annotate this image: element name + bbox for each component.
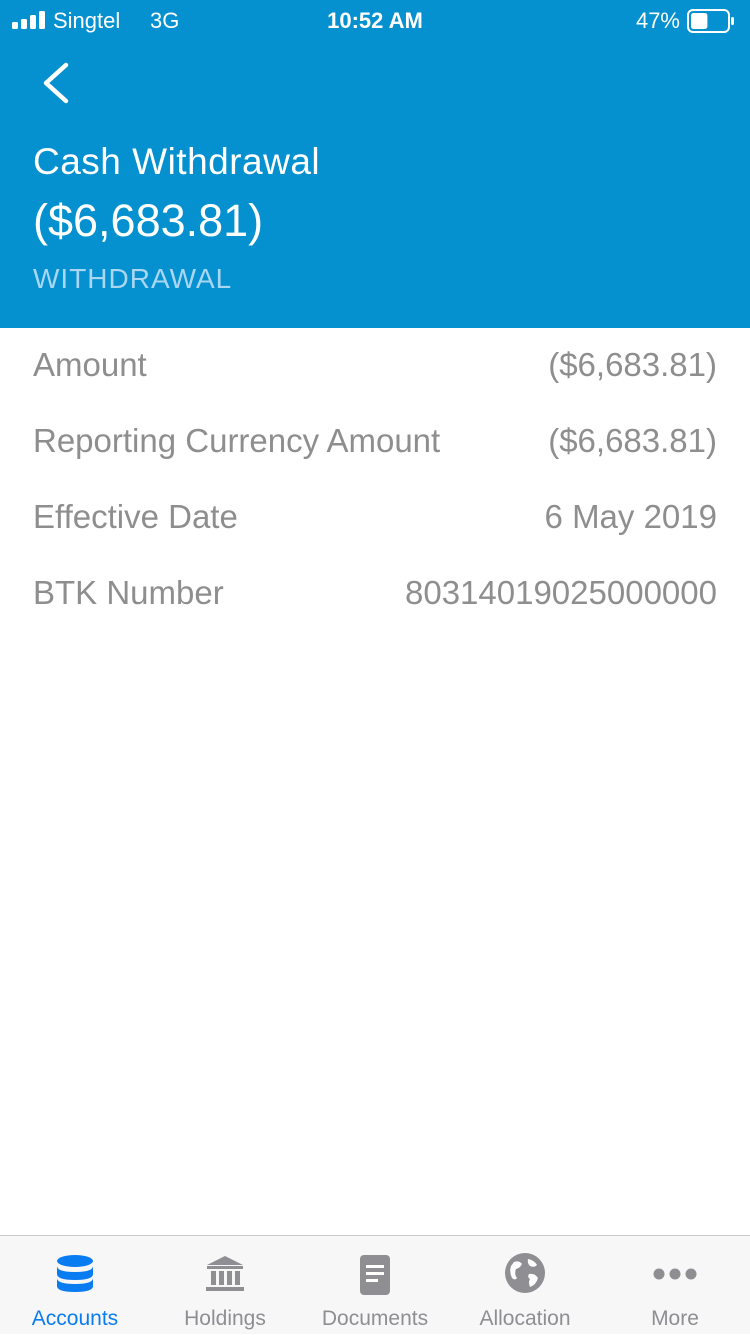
tab-label: Accounts [31, 1307, 119, 1330]
detail-value: ($6,683.81) [548, 346, 717, 383]
detail-row-amount: Amount ($6,683.81) [0, 345, 750, 385]
detail-row-effective-date: Effective Date 6 May 2019 [0, 497, 750, 537]
database-icon [57, 1255, 93, 1292]
tab-label: More [651, 1307, 699, 1330]
tab-label: Holdings [184, 1307, 266, 1330]
tab-documents[interactable]: Documents [300, 1236, 450, 1335]
battery-icon [687, 9, 734, 33]
ellipsis-icon [653, 1268, 697, 1280]
tab-bar: Accounts Holdings Documents Allocation M… [0, 1235, 750, 1334]
back-button[interactable] [28, 52, 84, 114]
detail-label: Amount [33, 346, 147, 383]
bank-icon [206, 1256, 244, 1291]
page-title: Cash Withdrawal [33, 141, 321, 182]
tab-label: Allocation [479, 1307, 571, 1330]
transaction-amount: ($6,683.81) [33, 195, 264, 246]
tab-allocation[interactable]: Allocation [450, 1236, 600, 1335]
detail-label: Effective Date [33, 498, 238, 535]
globe-icon [505, 1253, 545, 1293]
battery-percent: 47% [635, 8, 680, 33]
detail-value: ($6,683.81) [548, 422, 717, 459]
status-bar: Singtel 3G 10:52 AM 47% [0, 0, 750, 40]
tab-accounts[interactable]: Accounts [0, 1236, 150, 1335]
header: Singtel 3G 10:52 AM 47% Cash Withdrawal … [0, 0, 750, 328]
document-icon [360, 1255, 390, 1295]
detail-row-reporting-currency-amount: Reporting Currency Amount ($6,683.81) [0, 421, 750, 461]
tab-label: Documents [321, 1307, 429, 1330]
transaction-type: WITHDRAWAL [33, 263, 233, 294]
tab-more[interactable]: More [600, 1236, 750, 1335]
detail-label: BTK Number [33, 574, 224, 611]
detail-value: 80314019025000000 [404, 574, 717, 611]
chevron-left-icon [43, 62, 69, 104]
tab-holdings[interactable]: Holdings [150, 1236, 300, 1335]
detail-row-btk-number: BTK Number 80314019025000000 [0, 573, 750, 613]
detail-label: Reporting Currency Amount [33, 422, 441, 459]
detail-value: 6 May 2019 [544, 498, 717, 535]
